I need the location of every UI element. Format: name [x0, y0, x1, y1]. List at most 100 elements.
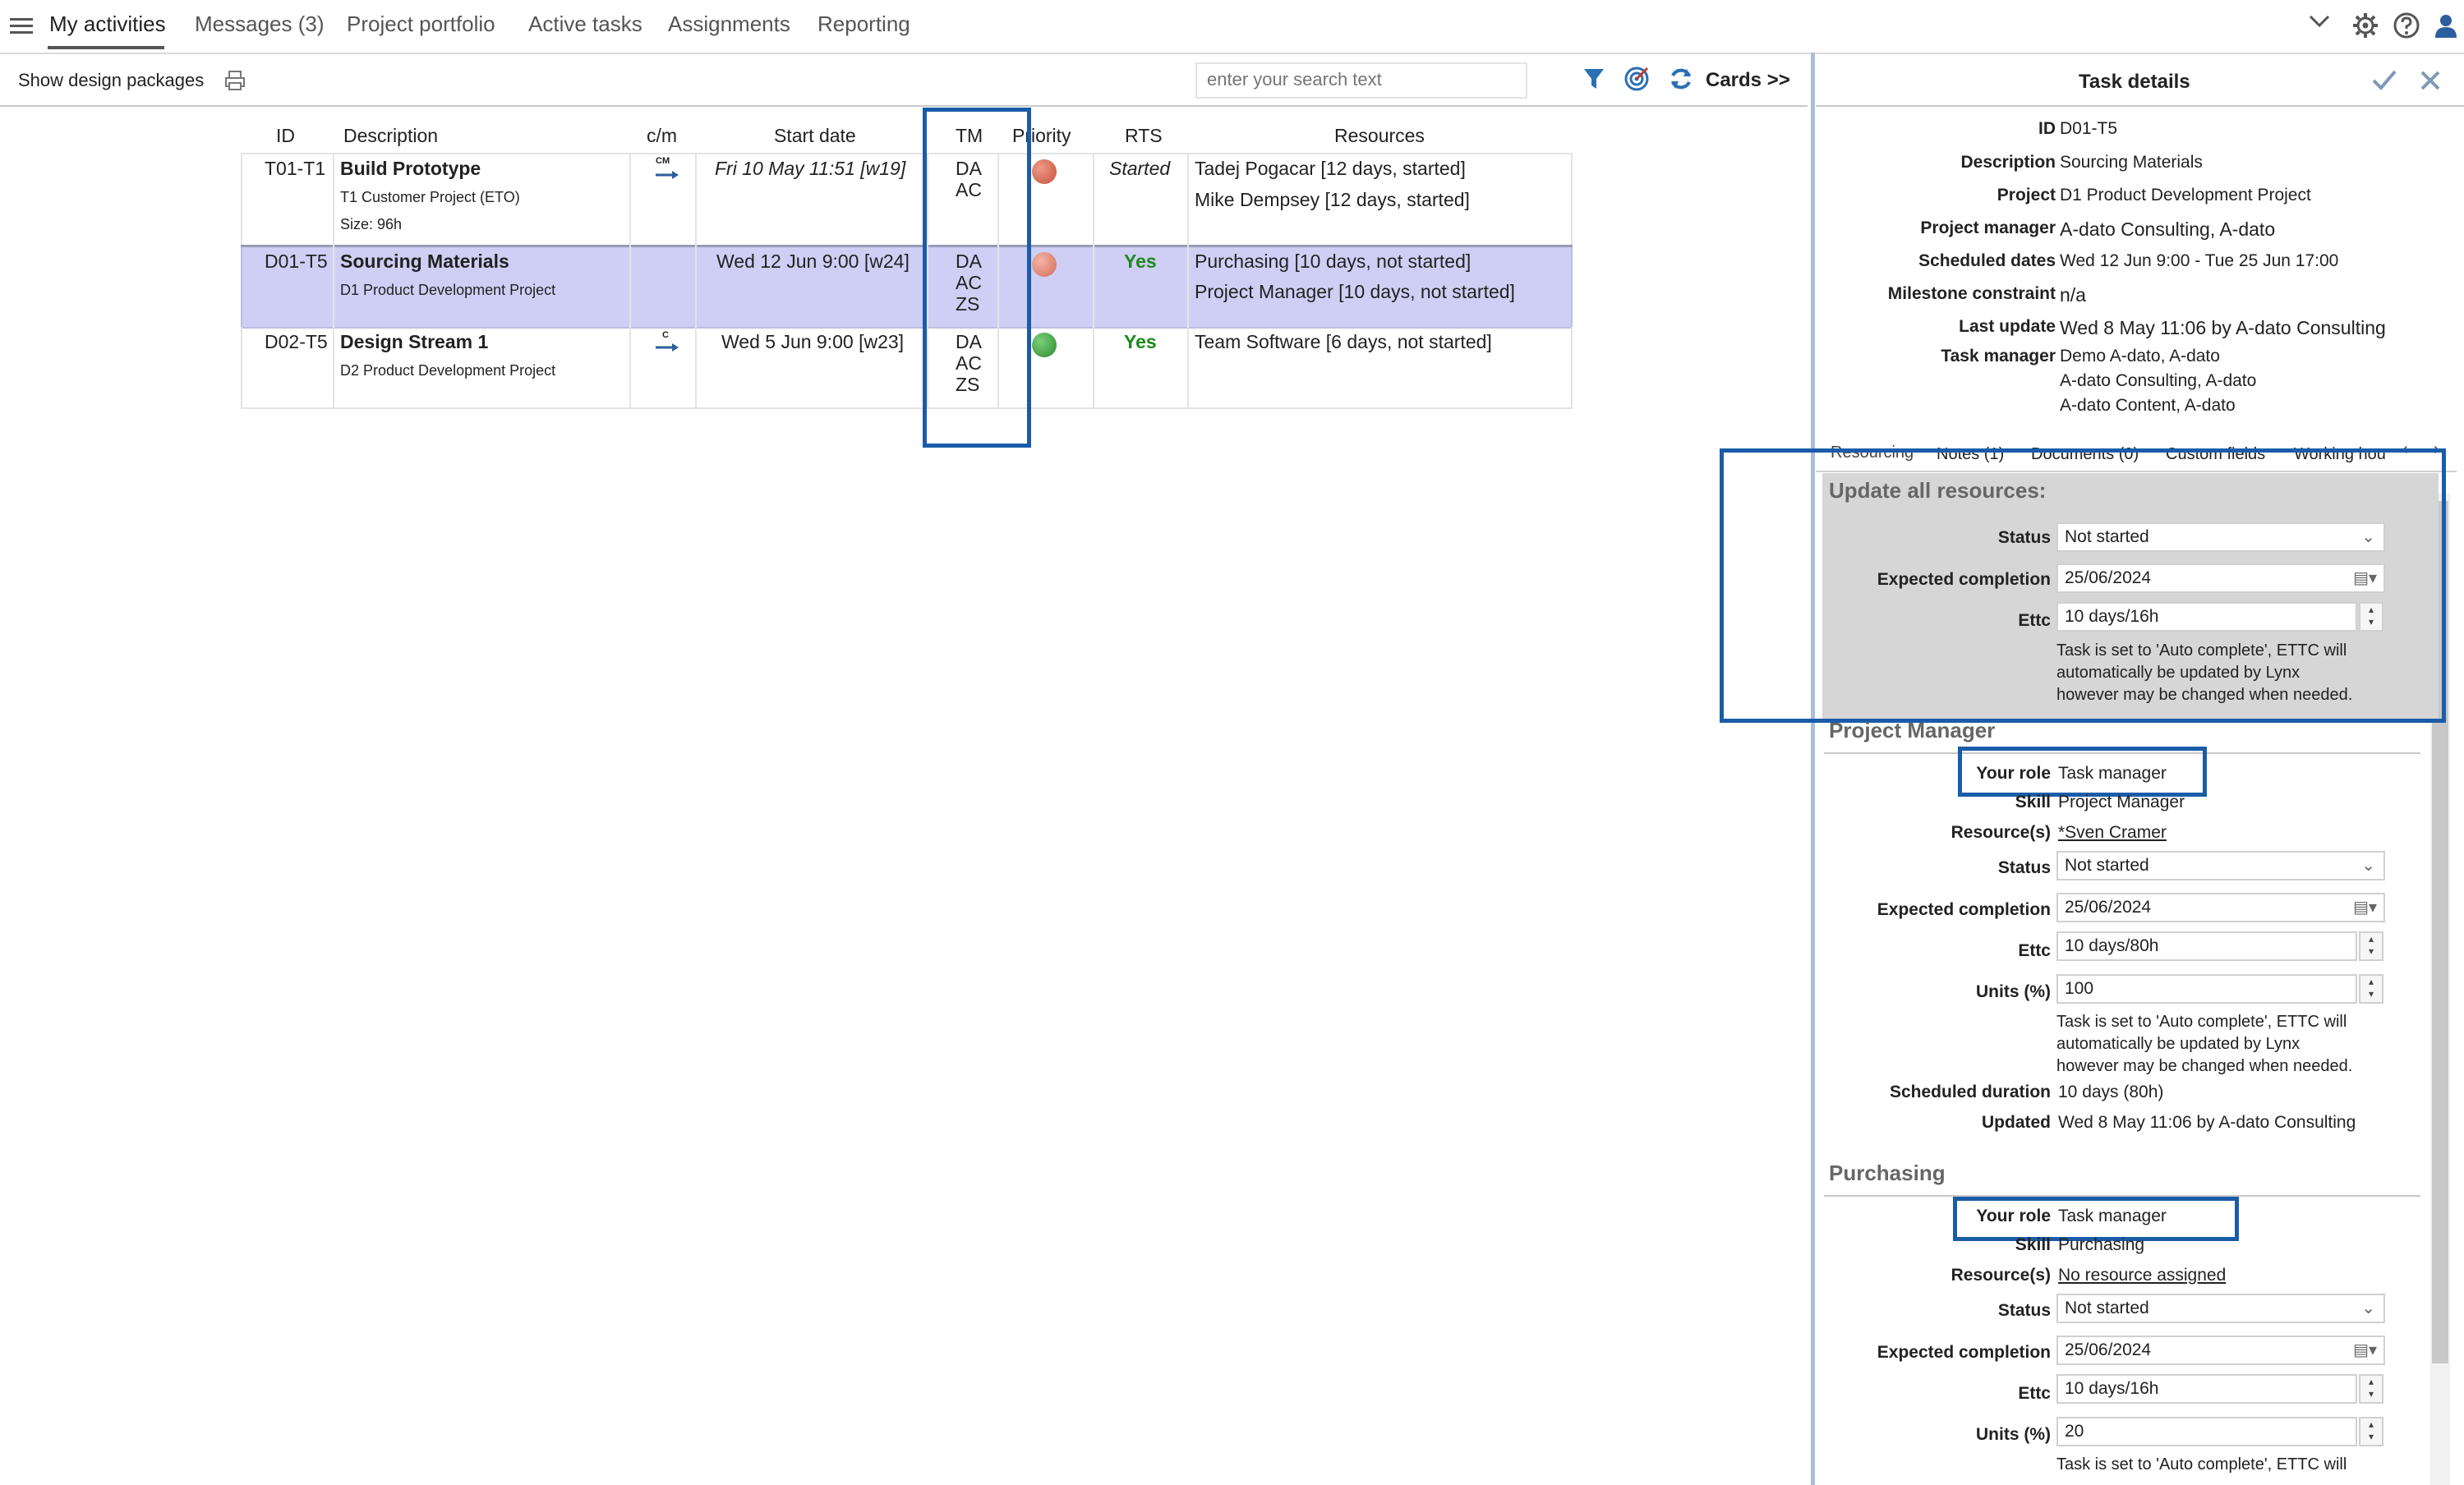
panel-header-divider	[1816, 105, 2464, 107]
row-id: D02-T5	[265, 331, 328, 352]
expected-completion-datepicker[interactable]: 25/06/2024 ▤▾	[2056, 893, 2385, 922]
row-divider	[241, 245, 1573, 247]
cm-label: C	[662, 330, 669, 340]
detail-label: Last update	[1959, 317, 2056, 336]
calendar-icon[interactable]: ▤▾	[2353, 1340, 2377, 1360]
scheduled-duration-label: Scheduled duration	[1889, 1083, 2051, 1101]
arrow-right-icon	[654, 342, 680, 356]
chevron-down-icon: ⌄	[2361, 1299, 2375, 1317]
row-start-date: Wed 5 Jun 9:00 [w23]	[721, 331, 905, 352]
ettc-value: 10 days/16h	[2065, 1379, 2159, 1398]
priority-indicator	[1032, 159, 1057, 184]
nav-assignments[interactable]: Assignments	[668, 11, 790, 37]
task-details-title: Task details	[2079, 71, 2190, 93]
detail-label: ID	[2038, 119, 2056, 138]
gear-icon[interactable]	[2351, 11, 2379, 44]
row-project: D1 Product Development Project	[340, 282, 556, 298]
status-select-value: Not started	[2065, 856, 2149, 875]
ettc-input[interactable]: 10 days/80h	[2056, 931, 2357, 961]
detail-label: Project	[1997, 186, 2056, 205]
resource-link[interactable]: No resource assigned	[2058, 1266, 2226, 1285]
detail-label: Task manager	[1941, 347, 2056, 366]
units-value: 20	[2065, 1422, 2084, 1441]
priority-indicator	[1032, 252, 1057, 277]
user-icon[interactable]	[2432, 11, 2460, 44]
status-select[interactable]: Not started ⌄	[2056, 851, 2385, 880]
status-select-value: Not started	[2065, 1299, 2149, 1317]
column-separator	[1187, 154, 1189, 407]
column-header-description[interactable]: Description	[343, 125, 438, 147]
row-resource: Tadej Pogacar [12 days, started]	[1195, 158, 1466, 179]
resource-link[interactable]: *Sven Cramer	[2058, 823, 2167, 843]
status-label: Status	[1997, 1301, 2051, 1320]
date-value: 25/06/2024	[2065, 1340, 2152, 1359]
row-id: D01-T5	[265, 251, 328, 272]
cm-label: CM	[656, 156, 670, 166]
row-description[interactable]: Design Stream 1	[340, 331, 488, 353]
units-stepper[interactable]: ▴ ▾	[2359, 1417, 2383, 1446]
column-header-id[interactable]: ID	[276, 125, 295, 147]
row-resource: Mike Dempsey [12 days, started]	[1195, 189, 1470, 210]
date-value: 25/06/2024	[2065, 898, 2152, 917]
column-separator	[1093, 154, 1094, 407]
note-line: Task is set to 'Auto complete', ETTC wil…	[2056, 1455, 2347, 1474]
ettc-label: Ettc	[2018, 1384, 2051, 1403]
ettc-input[interactable]: 10 days/16h	[2056, 1374, 2357, 1404]
units-input[interactable]: 20	[2056, 1417, 2357, 1446]
row-project: D2 Product Development Project	[340, 362, 556, 379]
row-project: T1 Customer Project (ETO)	[340, 189, 520, 205]
row-resource: Purchasing [10 days, not started]	[1195, 251, 1471, 272]
row-resource: Project Manager [10 days, not started]	[1195, 281, 1515, 302]
expected-completion-label: Expected completion	[1877, 1343, 2051, 1362]
nav-project-portfolio[interactable]: Project portfolio	[347, 11, 495, 37]
detail-value: Sourcing Materials	[2060, 153, 2203, 172]
row-size: Size: 96h	[340, 216, 403, 232]
ettc-stepper[interactable]: ▴ ▾	[2359, 1374, 2383, 1404]
status-select[interactable]: Not started ⌄	[2056, 1294, 2385, 1323]
detail-label: Milestone constraint	[1887, 284, 2056, 303]
hamburger-menu-icon[interactable]	[10, 18, 33, 34]
check-icon[interactable]	[2371, 67, 2397, 96]
detail-value: Demo A-dato, A-dato	[2060, 347, 2220, 366]
calendar-icon[interactable]: ▤▾	[2353, 897, 2377, 917]
refresh-icon[interactable]	[1668, 66, 1694, 96]
detail-value: A-dato Content, A-dato	[2060, 396, 2236, 415]
expected-completion-datepicker[interactable]: 25/06/2024 ▤▾	[2056, 1336, 2385, 1365]
note-line: Task is set to 'Auto complete', ETTC wil…	[2056, 1013, 2347, 1031]
column-header-start-date[interactable]: Start date	[774, 125, 856, 147]
updated-label: Updated	[1982, 1113, 2051, 1132]
units-input[interactable]: 100	[2056, 974, 2357, 1004]
nav-my-activities[interactable]: My activities	[49, 11, 166, 37]
priority-indicator	[1032, 333, 1057, 357]
column-header-rts[interactable]: RTS	[1125, 125, 1163, 147]
updated-value: Wed 8 May 11:06 by A-dato Consulting	[2058, 1113, 2356, 1132]
help-icon[interactable]	[2393, 11, 2420, 44]
resources-label: Resource(s)	[1950, 1266, 2051, 1285]
close-icon[interactable]	[2419, 69, 2442, 96]
row-description[interactable]: Build Prototype	[340, 158, 481, 180]
detail-value: Wed 12 Jun 9:00 - Tue 25 Jun 17:00	[2060, 251, 2339, 270]
search-input[interactable]	[1205, 64, 1521, 95]
target-icon[interactable]	[1623, 66, 1650, 96]
search-box[interactable]	[1195, 62, 1527, 99]
units-stepper[interactable]: ▴ ▾	[2359, 974, 2383, 1004]
update-all-highlight	[1720, 448, 2446, 723]
cards-toggle-button[interactable]: Cards >>	[1706, 69, 1790, 92]
nav-reporting[interactable]: Reporting	[817, 11, 910, 37]
section-title: Purchasing	[1829, 1161, 1946, 1185]
print-icon[interactable]	[223, 69, 246, 92]
nav-active-tasks[interactable]: Active tasks	[528, 11, 642, 37]
chevron-down-icon[interactable]	[2307, 8, 2332, 38]
column-header-cm[interactable]: c/m	[647, 125, 677, 147]
detail-label: Description	[1960, 153, 2056, 172]
panel-splitter[interactable]	[1811, 53, 1815, 1485]
column-separator	[629, 154, 631, 407]
filter-icon[interactable]	[1582, 66, 1606, 96]
nav-messages[interactable]: Messages (3)	[195, 11, 325, 37]
ettc-label: Ettc	[2018, 941, 2051, 960]
row-description[interactable]: Sourcing Materials	[340, 251, 509, 273]
ettc-stepper[interactable]: ▴ ▾	[2359, 931, 2383, 961]
skill-label: Skill	[2015, 793, 2051, 811]
show-design-packages-button[interactable]: Show design packages	[18, 70, 204, 91]
column-header-resources[interactable]: Resources	[1334, 125, 1425, 147]
